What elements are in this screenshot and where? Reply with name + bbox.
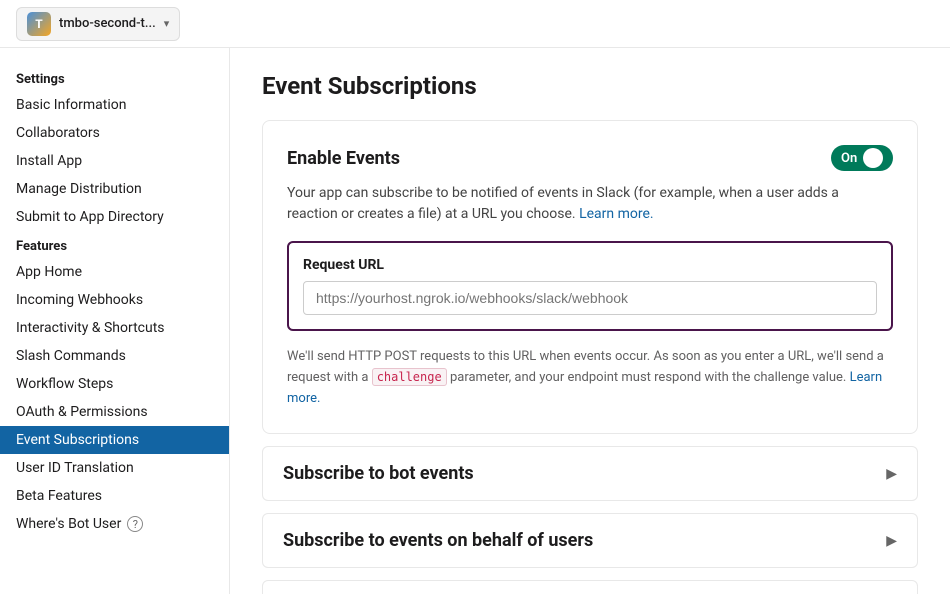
enable-events-toggle[interactable]: On [831, 145, 893, 171]
accordion-section: Subscribe to bot events ▶ Subscribe to e… [262, 446, 918, 594]
sidebar-item-incoming-webhooks[interactable]: Incoming Webhooks [0, 286, 229, 314]
features-section-title: Features [0, 231, 229, 258]
main-layout: Settings Basic Information Collaborators… [0, 48, 950, 594]
app-icon: T [27, 12, 51, 36]
sidebar-item-manage-distribution[interactable]: Manage Distribution [0, 175, 229, 203]
sidebar-item-install-app[interactable]: Install App [0, 147, 229, 175]
app-name-label: tmbo-second-t... [59, 16, 156, 31]
enable-events-card: Enable Events On Your app can subscribe … [262, 120, 918, 434]
subscribe-user-events-chevron: ▶ [886, 533, 897, 549]
enable-events-description: Your app can subscribe to be notified of… [287, 183, 893, 225]
sidebar-item-basic-information[interactable]: Basic Information [0, 91, 229, 119]
sidebar-item-wheres-bot-user[interactable]: Where's Bot User ? [0, 510, 229, 538]
top-bar: T tmbo-second-t... ▾ [0, 0, 950, 48]
subscribe-bot-events-title: Subscribe to bot events [283, 463, 474, 484]
request-url-label: Request URL [303, 257, 877, 273]
sidebar-item-app-home[interactable]: App Home [0, 258, 229, 286]
sidebar-item-submit-to-app-directory[interactable]: Submit to App Directory [0, 203, 229, 231]
sidebar-item-slash-commands[interactable]: Slash Commands [0, 342, 229, 370]
sidebar-item-interactivity-shortcuts[interactable]: Interactivity & Shortcuts [0, 314, 229, 342]
toggle-label: On [841, 151, 857, 166]
sidebar-item-event-subscriptions[interactable]: Event Subscriptions [0, 426, 229, 454]
main-content: Event Subscriptions Enable Events On You… [230, 48, 950, 594]
accordion-app-unfurl-domains[interactable]: App unfurl domains ▶ [262, 580, 918, 594]
request-url-box: Request URL [287, 241, 893, 331]
sidebar: Settings Basic Information Collaborators… [0, 48, 230, 594]
accordion-subscribe-bot-events[interactable]: Subscribe to bot events ▶ [262, 446, 918, 501]
toggle-container: On [831, 145, 893, 171]
help-icon: ? [127, 516, 143, 532]
sidebar-item-workflow-steps[interactable]: Workflow Steps [0, 370, 229, 398]
sidebar-item-beta-features[interactable]: Beta Features [0, 482, 229, 510]
toggle-knob [863, 148, 883, 168]
app-selector[interactable]: T tmbo-second-t... ▾ [16, 7, 180, 41]
request-url-input[interactable] [303, 281, 877, 315]
chevron-down-icon: ▾ [164, 17, 170, 30]
page-title: Event Subscriptions [262, 72, 918, 100]
sidebar-item-user-id-translation[interactable]: User ID Translation [0, 454, 229, 482]
sidebar-item-collaborators[interactable]: Collaborators [0, 119, 229, 147]
helper-text: We'll send HTTP POST requests to this UR… [287, 347, 893, 409]
enable-events-title: Enable Events [287, 148, 400, 169]
enable-events-learn-more[interactable]: Learn more. [579, 206, 654, 222]
subscribe-user-events-title: Subscribe to events on behalf of users [283, 530, 593, 551]
settings-section-title: Settings [0, 64, 229, 91]
subscribe-bot-events-chevron: ▶ [886, 466, 897, 482]
challenge-badge: challenge [372, 368, 447, 386]
enable-events-header: Enable Events On [287, 145, 893, 171]
sidebar-item-oauth-permissions[interactable]: OAuth & Permissions [0, 398, 229, 426]
accordion-subscribe-user-events[interactable]: Subscribe to events on behalf of users ▶ [262, 513, 918, 568]
